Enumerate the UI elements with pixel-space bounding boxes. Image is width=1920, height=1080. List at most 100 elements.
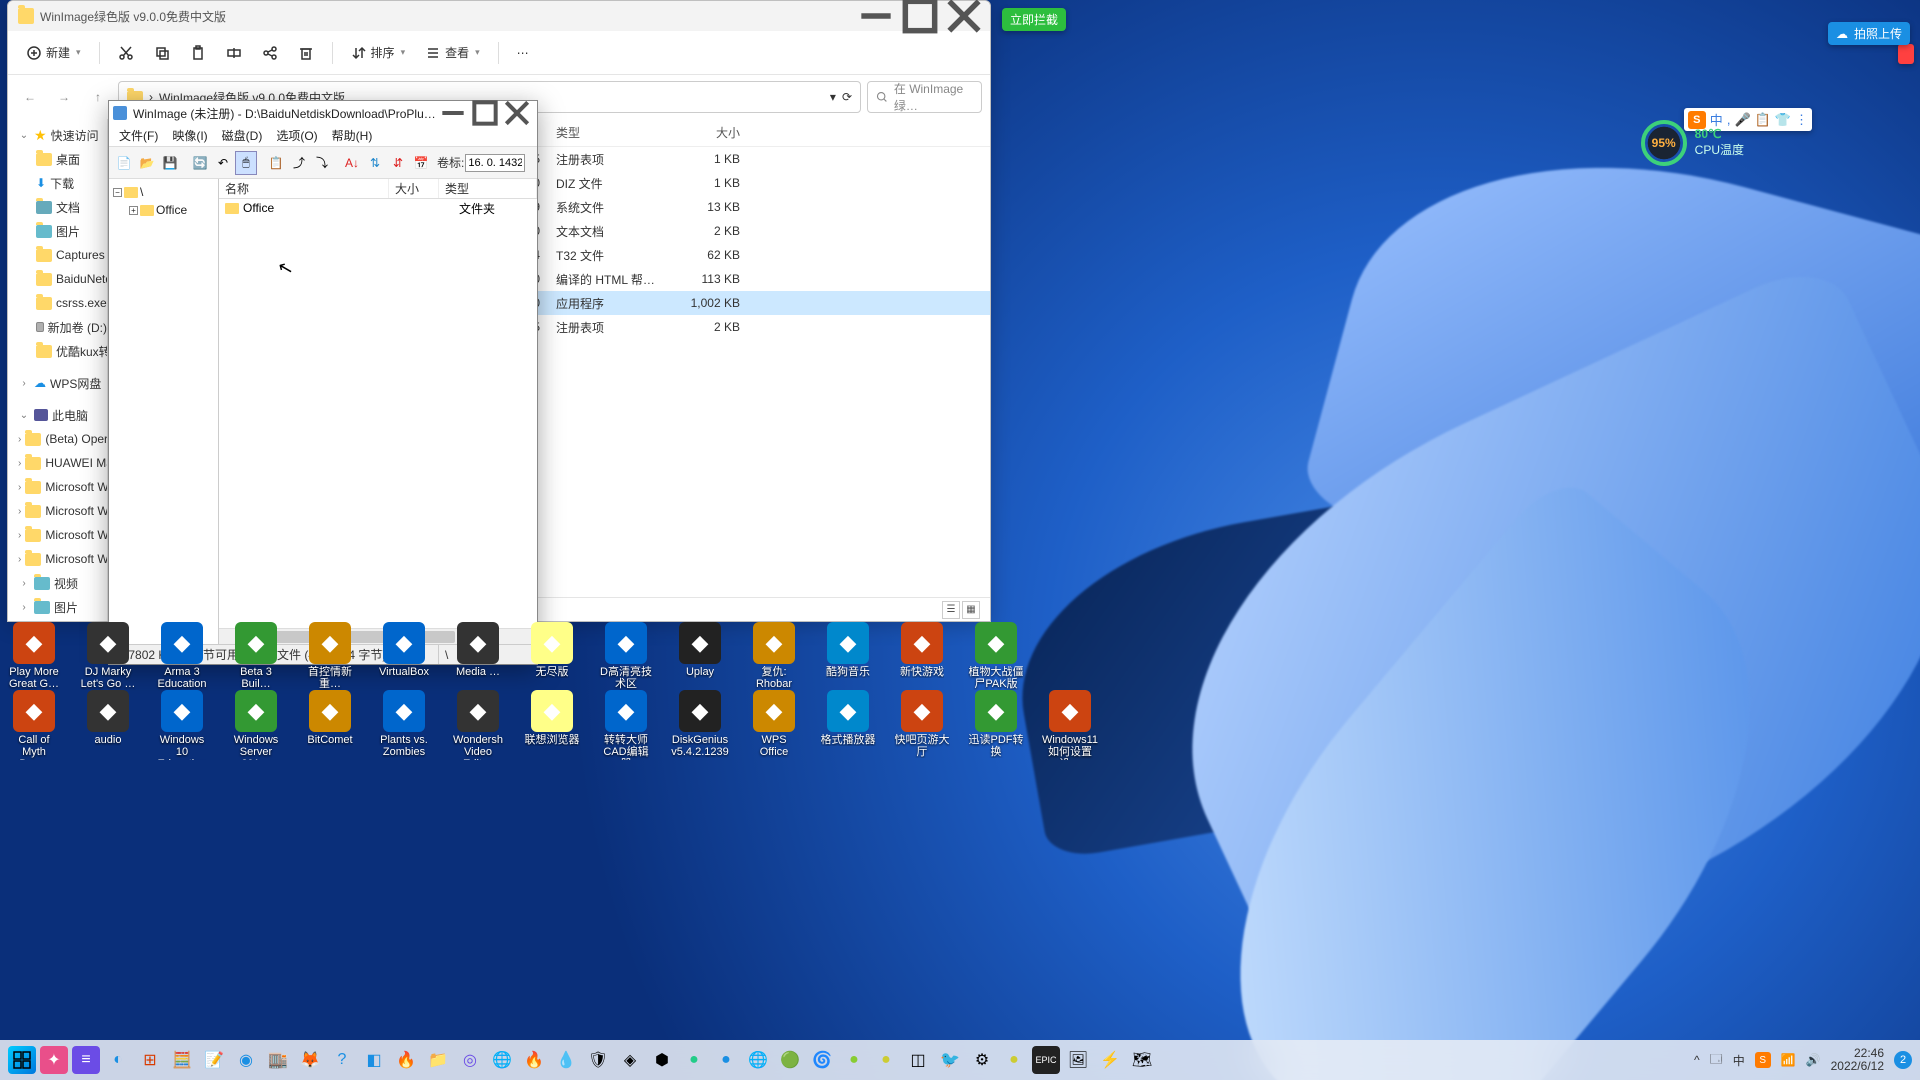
sidebar-item[interactable]: BaiduNetdis	[8, 267, 107, 291]
tool-save[interactable]: 💾	[159, 151, 181, 175]
tool-sort2[interactable]: ⇅	[364, 151, 386, 175]
desktop-icon[interactable]: ◆WPS Office	[746, 690, 802, 760]
ime-skin-icon[interactable]: 👕	[1775, 112, 1791, 128]
delete-button[interactable]	[290, 41, 322, 65]
tool-copy[interactable]: 📋	[265, 151, 287, 175]
sidebar-item[interactable]: ⬇下载	[8, 171, 107, 195]
tool-new[interactable]: 📄	[113, 151, 135, 175]
tray-icon[interactable]: 🗔	[1710, 1050, 1723, 1071]
desktop-icon[interactable]: ◆无尽版	[524, 622, 580, 692]
menu-file[interactable]: 文件(F)	[113, 125, 164, 146]
maximize-button[interactable]	[898, 1, 942, 31]
desktop-icon[interactable]: ◆新快游戏	[894, 622, 950, 692]
chevron-down-icon[interactable]: ▾	[830, 90, 836, 104]
new-button[interactable]: 新建▾	[18, 40, 89, 65]
close-button[interactable]	[942, 1, 986, 31]
tree-child[interactable]: +Office	[113, 201, 214, 219]
volume-input[interactable]	[465, 154, 525, 172]
sidebar-item[interactable]: 图片	[8, 219, 107, 243]
taskbar-app[interactable]: ≡	[72, 1046, 100, 1074]
taskbar-app[interactable]: 🖼	[1064, 1046, 1092, 1074]
upload-badge[interactable]: ☁拍照上传	[1828, 22, 1910, 45]
sidebar-wps[interactable]: ›☁WPS网盘	[8, 371, 107, 395]
tool-inject[interactable]: ⤵	[311, 151, 333, 175]
intercept-badge[interactable]: 立即拦截	[1002, 8, 1066, 31]
desktop-icon[interactable]: ◆DJ Marky Let's Go …	[80, 622, 136, 692]
tool-extract[interactable]: ⤴	[288, 151, 310, 175]
desktop-icon[interactable]: ◆D高清亮技术区	[598, 622, 654, 692]
tool-calendar[interactable]: 📅	[410, 151, 432, 175]
taskbar-app[interactable]: ●	[712, 1046, 740, 1074]
ime-clipboard-icon[interactable]: 📋	[1755, 112, 1771, 128]
sidebar-item[interactable]: ›HUAWEI Ma	[8, 451, 107, 475]
sidebar-item[interactable]: ›Microsoft W	[8, 499, 107, 523]
taskbar-app[interactable]: 📝	[200, 1046, 228, 1074]
list-header[interactable]: 名称 大小 类型	[219, 179, 537, 199]
taskbar-explorer[interactable]: 📁	[424, 1046, 452, 1074]
desktop-icon[interactable]: ◆首控情新重…	[302, 622, 358, 692]
taskbar-app[interactable]: ?	[328, 1046, 356, 1074]
taskbar-app[interactable]: 🛡	[584, 1046, 612, 1074]
notification-badge[interactable]	[1898, 44, 1914, 64]
cpu-temp-widget[interactable]: 95% 80℃CPU温度	[1641, 120, 1744, 166]
taskbar-app[interactable]: 🌐	[744, 1046, 772, 1074]
taskbar-app[interactable]: ✦	[40, 1046, 68, 1074]
sidebar-item[interactable]: ›Microsoft W	[8, 547, 107, 571]
minimize-button[interactable]	[437, 101, 469, 125]
taskbar-app[interactable]: ◉	[232, 1046, 260, 1074]
tool-refresh[interactable]: 🔄	[189, 151, 211, 175]
desktop-icon[interactable]: ◆植物大战僵尸PAK版	[968, 622, 1024, 692]
desktop-icon[interactable]: ◆Uplay	[672, 622, 728, 692]
desktop-icon[interactable]: ◆转转大师CAD编辑器	[598, 690, 654, 760]
desktop-icon[interactable]: ◆Windows 10 Education …	[154, 690, 210, 760]
desktop-icon[interactable]: ◆联想浏览器	[524, 690, 580, 760]
sidebar-item[interactable]: ›图片	[8, 595, 107, 619]
tray-wifi-icon[interactable]: 📶	[1781, 1053, 1796, 1067]
taskbar-app[interactable]: ●	[840, 1046, 868, 1074]
winimage-titlebar[interactable]: WinImage (未注册) - D:\BaiduNetdiskDownload…	[109, 101, 537, 125]
taskbar-app[interactable]: EPIC	[1032, 1046, 1060, 1074]
sidebar-quick-access[interactable]: ⌄★快速访问	[8, 123, 107, 147]
desktop-icon[interactable]: ◆Wondersh Video Edit…	[450, 690, 506, 760]
taskbar-app[interactable]: ◧	[360, 1046, 388, 1074]
tool-sort3[interactable]: ⇵	[387, 151, 409, 175]
desktop-icon[interactable]: ◆audio	[80, 690, 136, 760]
taskbar-app[interactable]: 💧	[552, 1046, 580, 1074]
desktop-icon[interactable]: ◆Windows11如何设置设…	[1042, 690, 1098, 760]
sort-button[interactable]: 排序▾	[343, 40, 414, 65]
share-button[interactable]	[254, 41, 286, 65]
paste-button[interactable]	[182, 41, 214, 65]
desktop-icon[interactable]: ◆快吧页游大厅	[894, 690, 950, 760]
sidebar-item[interactable]: ›Microsoft W	[8, 523, 107, 547]
taskbar-edge[interactable]: 🌀	[808, 1046, 836, 1074]
tool-select[interactable]: 🖱	[235, 151, 257, 175]
start-button[interactable]	[8, 1046, 36, 1074]
taskbar-app[interactable]: ◎	[456, 1046, 484, 1074]
desktop-icon[interactable]: ◆酷狗音乐	[820, 622, 876, 692]
cut-button[interactable]	[110, 41, 142, 65]
sidebar-item[interactable]: csrss.exe	[8, 291, 107, 315]
taskbar-settings[interactable]: ⚙	[968, 1046, 996, 1074]
menu-image[interactable]: 映像(I)	[166, 125, 213, 146]
view-grid-button[interactable]: ▦	[962, 601, 980, 619]
taskbar-app[interactable]: ◫	[904, 1046, 932, 1074]
taskbar-app[interactable]: 🔥	[392, 1046, 420, 1074]
taskbar-app[interactable]: 🦊	[296, 1046, 324, 1074]
taskbar-app[interactable]: ●	[680, 1046, 708, 1074]
more-button[interactable]: ⋯	[509, 42, 537, 64]
desktop-icon[interactable]: ◆Media …	[450, 622, 506, 692]
taskbar-app[interactable]: ●	[872, 1046, 900, 1074]
minimize-button[interactable]	[854, 1, 898, 31]
desktop-icon[interactable]: ◆格式播放器	[820, 690, 876, 760]
taskbar-clock[interactable]: 22:462022/6/12	[1831, 1047, 1884, 1073]
list-row[interactable]: Office 文件夹	[219, 199, 537, 217]
taskbar-app[interactable]: 🧮	[168, 1046, 196, 1074]
tool-undo[interactable]: ↶	[212, 151, 234, 175]
sidebar-item[interactable]: ›(Beta) Opera	[8, 427, 107, 451]
notification-count[interactable]: 2	[1894, 1051, 1912, 1069]
tree-root[interactable]: −\	[113, 183, 214, 201]
desktop-icon[interactable]: ◆Windows Server 201…	[228, 690, 284, 760]
sidebar-item[interactable]: ›视频	[8, 571, 107, 595]
taskbar-app[interactable]: 🏬	[264, 1046, 292, 1074]
tray-ime[interactable]: 中	[1733, 1052, 1745, 1069]
